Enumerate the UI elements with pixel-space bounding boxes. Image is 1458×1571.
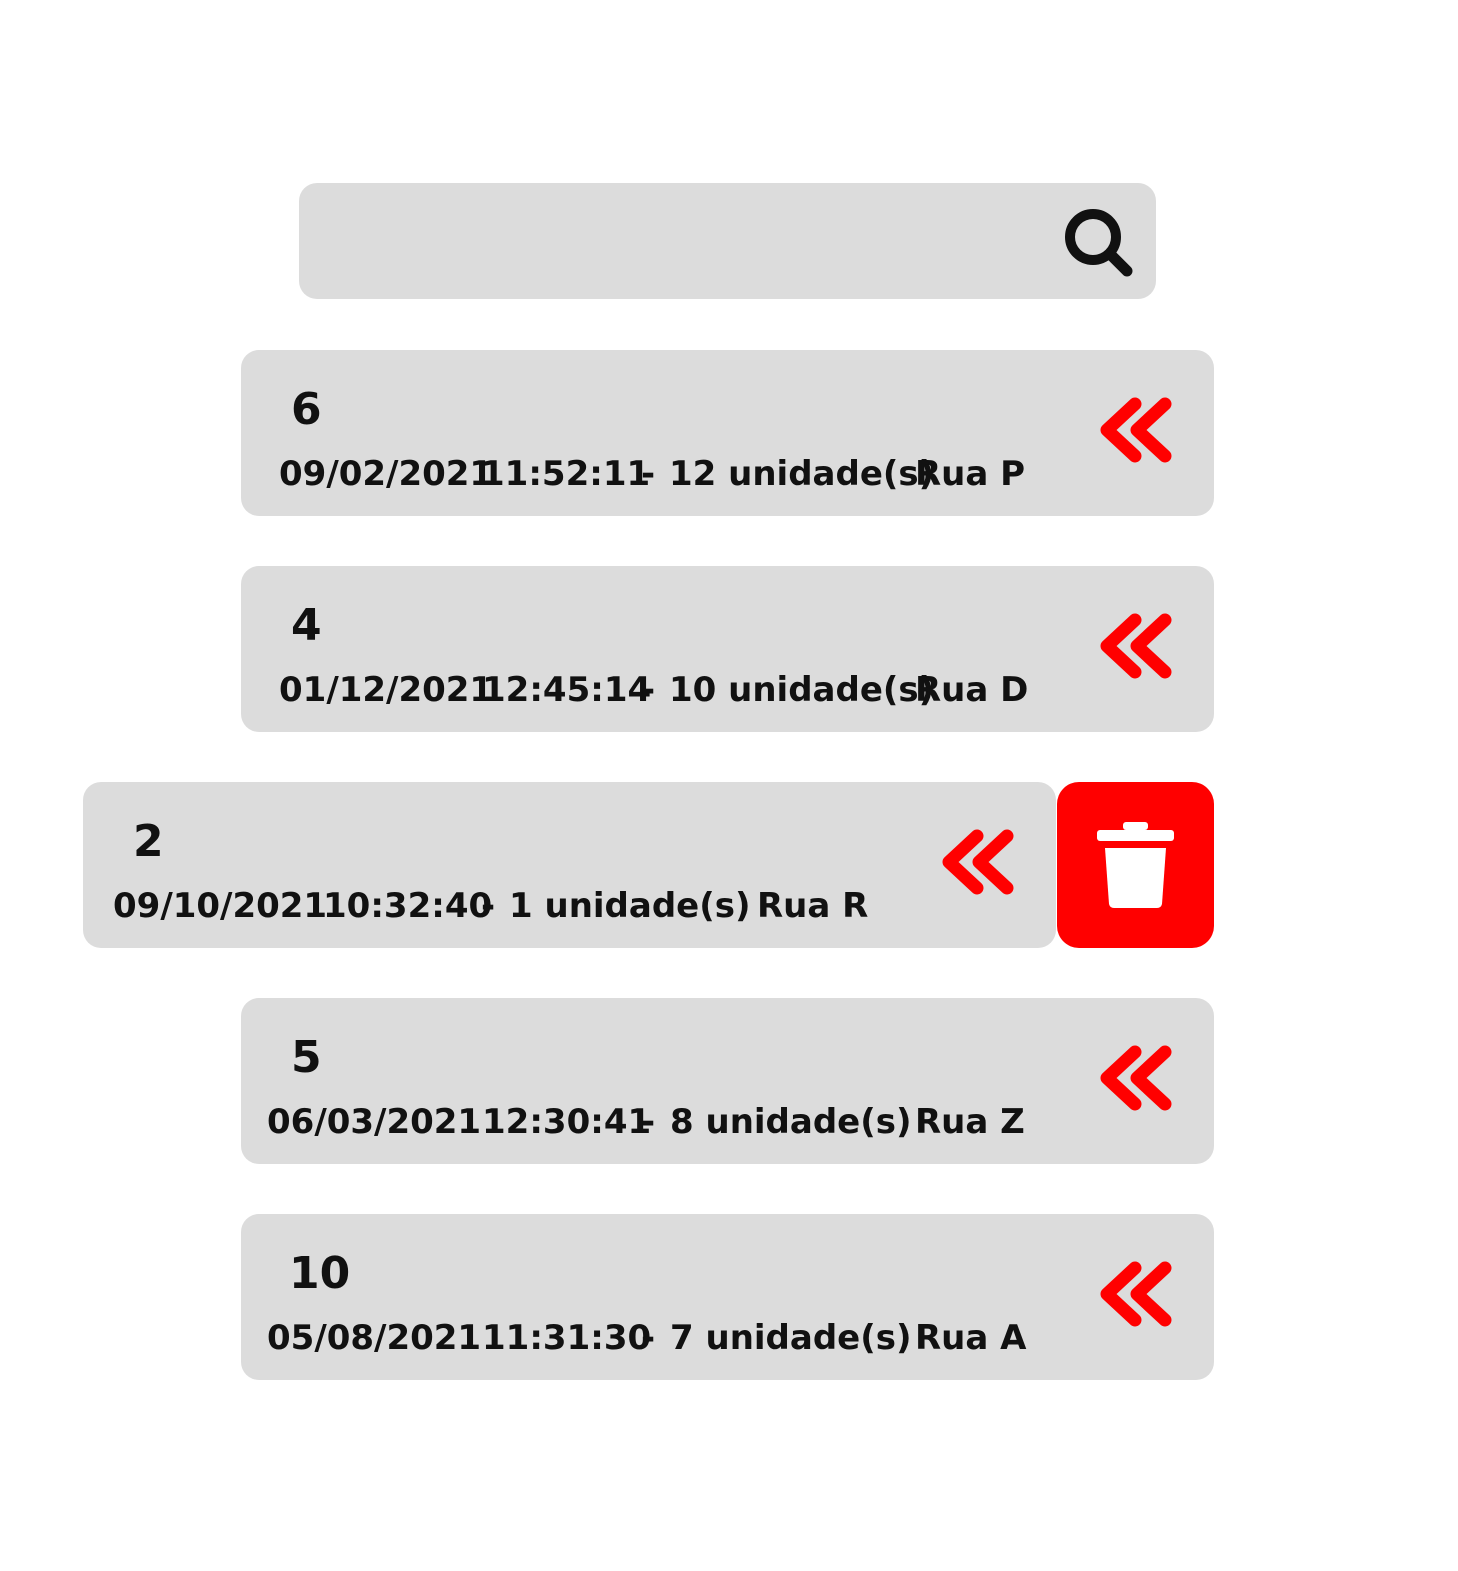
item-number: 6 — [291, 384, 322, 435]
item-time: 10:32:40 — [323, 886, 493, 926]
item-street: Rua A — [915, 1318, 1027, 1358]
search-input[interactable] — [323, 203, 1047, 281]
list-item[interactable]: 2 09/10/2021 10:32:40 - 1 unidade(s) Rua… — [83, 782, 1056, 948]
item-number: 5 — [291, 1032, 322, 1083]
item-time: 11:31:30 — [482, 1318, 652, 1358]
item-street: Rua R — [757, 886, 869, 926]
item-date: 05/08/2021 — [267, 1318, 482, 1358]
item-quantity: 7 unidade(s) — [670, 1318, 912, 1358]
chevron-double-left-icon[interactable] — [1097, 1260, 1177, 1328]
list-item[interactable]: 6 09/02/2021 11:52:11 - 12 unidade(s) Ru… — [241, 350, 1214, 516]
chevron-double-left-icon[interactable] — [1097, 396, 1177, 464]
item-separator: - — [641, 1102, 656, 1142]
item-street: Rua Z — [915, 1102, 1025, 1142]
item-quantity: 12 unidade(s) — [669, 454, 935, 494]
chevron-double-left-icon[interactable] — [1097, 612, 1177, 680]
item-separator: - — [641, 670, 656, 710]
item-street: Rua P — [915, 454, 1026, 494]
item-details: 09/10/2021 10:32:40 - 1 unidade(s) Rua R — [113, 882, 873, 930]
search-bar — [299, 183, 1156, 299]
item-date: 09/02/2021 — [279, 454, 494, 494]
item-date: 09/10/2021 — [113, 886, 328, 926]
item-details: 01/12/2021 12:45:14 - 10 unidade(s) Rua … — [279, 666, 1039, 714]
chevron-double-left-icon[interactable] — [939, 828, 1019, 896]
item-separator: - — [481, 886, 496, 926]
item-time: 12:30:41 — [482, 1102, 652, 1142]
item-quantity: 8 unidade(s) — [670, 1102, 912, 1142]
trash-icon — [1097, 822, 1174, 908]
chevron-double-left-icon[interactable] — [1097, 1044, 1177, 1112]
item-time: 12:45:14 — [482, 670, 652, 710]
item-street: Rua D — [915, 670, 1029, 710]
delete-button[interactable] — [1057, 782, 1214, 948]
item-quantity: 1 unidade(s) — [509, 886, 751, 926]
item-quantity: 10 unidade(s) — [669, 670, 935, 710]
list-item[interactable]: 4 01/12/2021 12:45:14 - 10 unidade(s) Ru… — [241, 566, 1214, 732]
item-details: 05/08/2021 11:31:30 - 7 unidade(s) Rua A — [267, 1314, 1027, 1362]
search-icon[interactable] — [1059, 203, 1139, 283]
item-number: 2 — [133, 816, 164, 867]
list-item[interactable]: 10 05/08/2021 11:31:30 - 7 unidade(s) Ru… — [241, 1214, 1214, 1380]
item-number: 4 — [291, 600, 322, 651]
item-date: 01/12/2021 — [279, 670, 494, 710]
item-separator: - — [641, 1318, 656, 1358]
list-item[interactable]: 5 06/03/2021 12:30:41 - 8 unidade(s) Rua… — [241, 998, 1214, 1164]
item-number: 10 — [289, 1248, 351, 1299]
item-separator: - — [641, 454, 656, 494]
item-details: 06/03/2021 12:30:41 - 8 unidade(s) Rua Z — [267, 1098, 1027, 1146]
item-date: 06/03/2021 — [267, 1102, 482, 1142]
item-time: 11:52:11 — [481, 454, 651, 494]
item-details: 09/02/2021 11:52:11 - 12 unidade(s) Rua … — [279, 450, 1039, 498]
